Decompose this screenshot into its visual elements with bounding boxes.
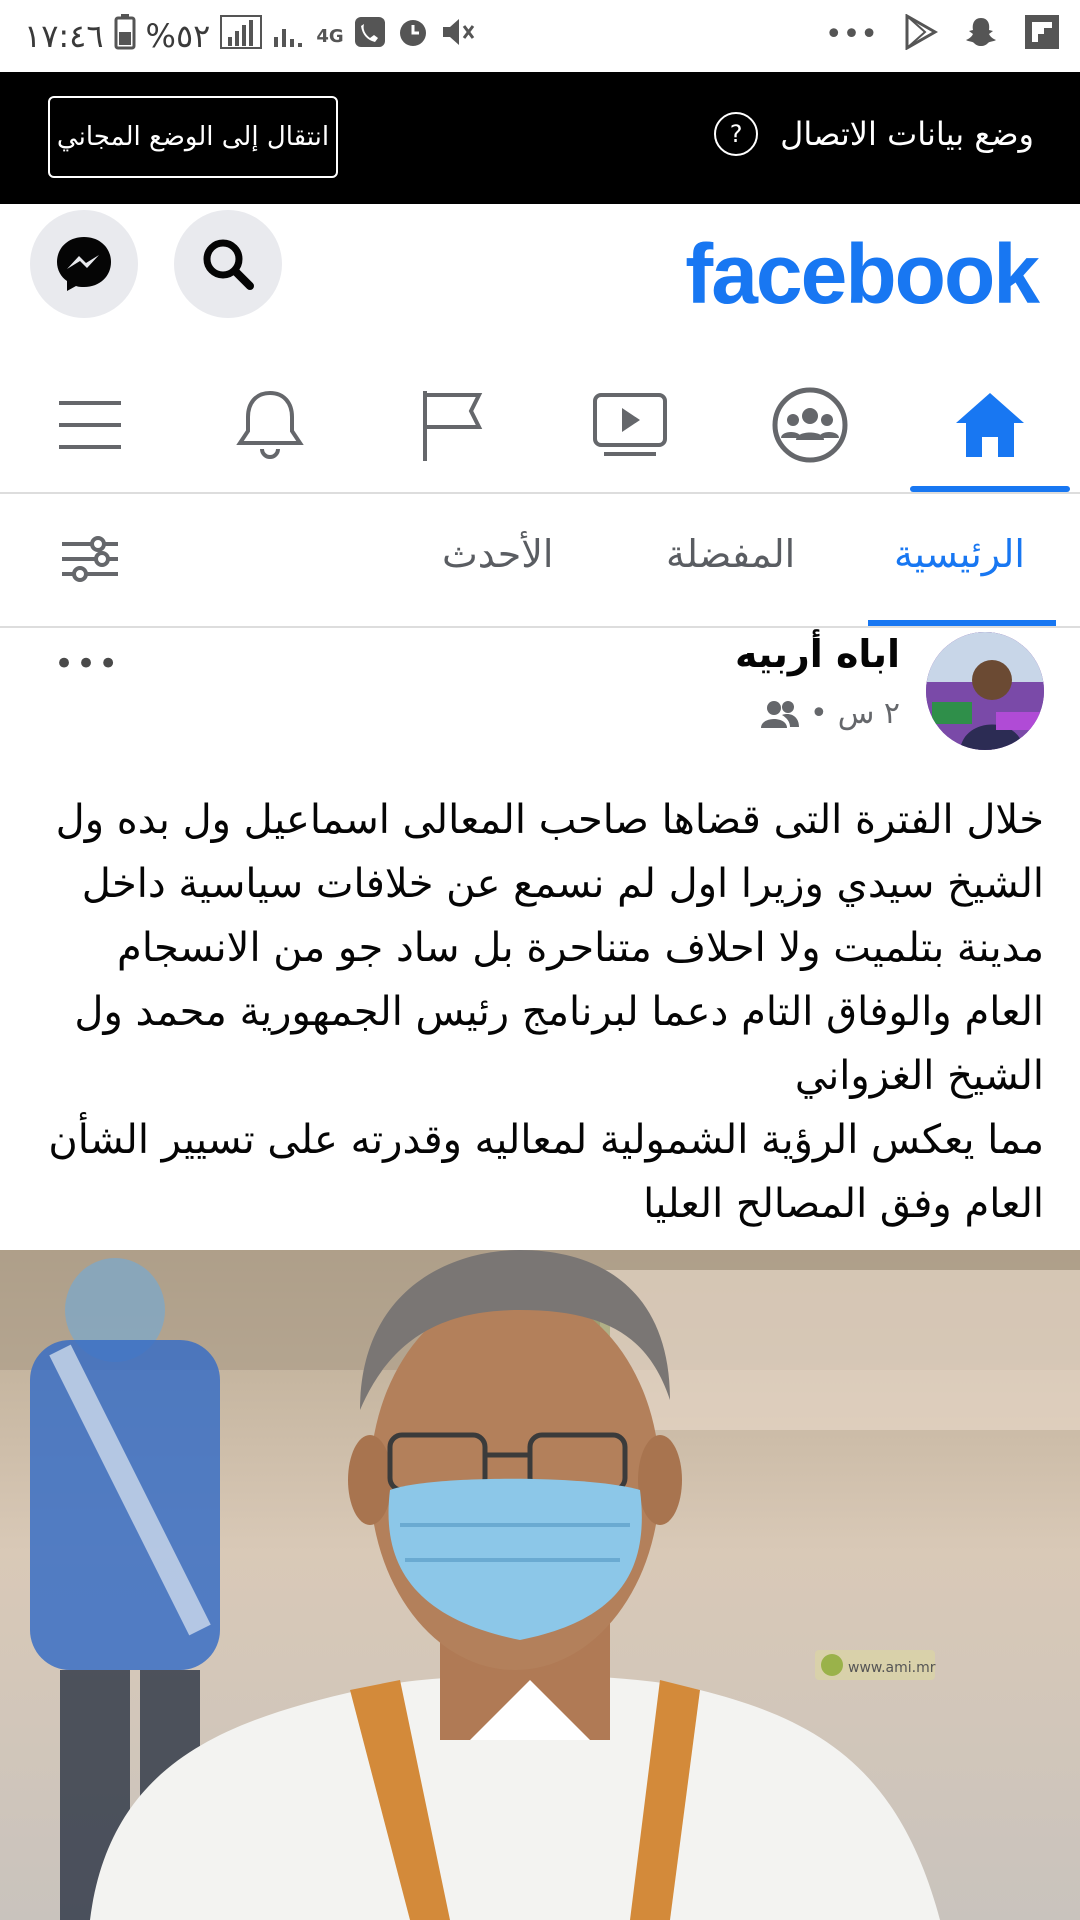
watch-button[interactable] bbox=[550, 358, 710, 492]
signal-icon-2 bbox=[272, 15, 306, 57]
groups-button[interactable] bbox=[730, 358, 890, 492]
post-header: ••• اباه أربيه ٢ س • bbox=[0, 628, 1080, 758]
watch-icon bbox=[593, 393, 667, 456]
flipboard-icon bbox=[1024, 14, 1060, 54]
filter-sliders-icon bbox=[62, 536, 118, 582]
tab-active-underline bbox=[868, 620, 1056, 626]
tab-home[interactable]: الرئيسية bbox=[894, 532, 1025, 576]
nav-active-indicator bbox=[910, 486, 1070, 492]
alarm-icon bbox=[396, 15, 430, 57]
battery-icon bbox=[114, 14, 136, 58]
battery-percent: %٥٢ bbox=[145, 17, 211, 55]
phone-icon bbox=[354, 16, 386, 56]
menu-button[interactable] bbox=[10, 358, 170, 492]
search-button[interactable] bbox=[174, 210, 282, 318]
more-notifications-icon: ••• bbox=[824, 16, 878, 52]
pages-flag-icon bbox=[423, 391, 483, 461]
snapchat-icon bbox=[964, 15, 998, 53]
post-meta: ٢ س • bbox=[760, 696, 900, 731]
network-type: 4G bbox=[316, 25, 344, 47]
post-photo[interactable]: www.ami.mr bbox=[0, 1250, 1080, 1920]
tab-recent[interactable]: الأحدث bbox=[442, 532, 553, 576]
post-author-name[interactable]: اباه أربيه bbox=[735, 632, 900, 676]
play-store-icon bbox=[904, 13, 939, 54]
messenger-icon bbox=[57, 237, 111, 291]
feed-tabs: الأحدث المفضلة الرئيسية bbox=[0, 494, 1080, 628]
switch-free-mode-button[interactable]: انتقال إلى الوضع المجاني bbox=[48, 96, 338, 178]
main-nav bbox=[0, 358, 1080, 494]
pages-button[interactable] bbox=[370, 358, 530, 492]
status-right: ••• bbox=[824, 13, 1060, 54]
friends-icon bbox=[761, 700, 799, 728]
signal-icon bbox=[220, 15, 263, 57]
status-bar: ١٧:٤٦ %٥٢ 4G ••• bbox=[0, 0, 1080, 72]
search-icon bbox=[203, 239, 254, 290]
meta-separator: • bbox=[810, 696, 828, 731]
groups-icon bbox=[772, 387, 848, 463]
author-avatar[interactable] bbox=[926, 632, 1044, 750]
tab-favorites[interactable]: المفضلة bbox=[666, 532, 795, 576]
messenger-button[interactable] bbox=[30, 210, 138, 318]
bell-icon bbox=[236, 390, 304, 459]
post-text: خلال الفترة التى قضاها صاحب المعالى اسما… bbox=[48, 797, 1044, 1227]
banner-title-row: وضع بيانات الاتصال ? bbox=[714, 112, 1034, 156]
data-mode-banner: انتقال إلى الوضع المجاني وضع بيانات الات… bbox=[0, 72, 1080, 204]
status-left: ١٧:٤٦ %٥٢ 4G bbox=[24, 14, 476, 58]
menu-icon bbox=[59, 401, 121, 449]
app-header: facebook bbox=[0, 204, 1080, 328]
notifications-button[interactable] bbox=[190, 358, 350, 492]
home-button[interactable] bbox=[910, 358, 1070, 492]
home-icon bbox=[956, 393, 1024, 457]
clock: ١٧:٤٦ bbox=[24, 17, 104, 55]
help-icon[interactable]: ? bbox=[714, 112, 759, 156]
mute-icon bbox=[440, 15, 476, 57]
image-watermark: www.ami.mr bbox=[848, 1660, 936, 1676]
banner-title: وضع بيانات الاتصال bbox=[780, 115, 1034, 153]
facebook-logo[interactable]: facebook bbox=[685, 226, 1040, 323]
feed-filter-button[interactable] bbox=[58, 534, 122, 588]
post-time[interactable]: ٢ س bbox=[838, 696, 900, 731]
post-more-button[interactable]: ••• bbox=[54, 644, 120, 684]
